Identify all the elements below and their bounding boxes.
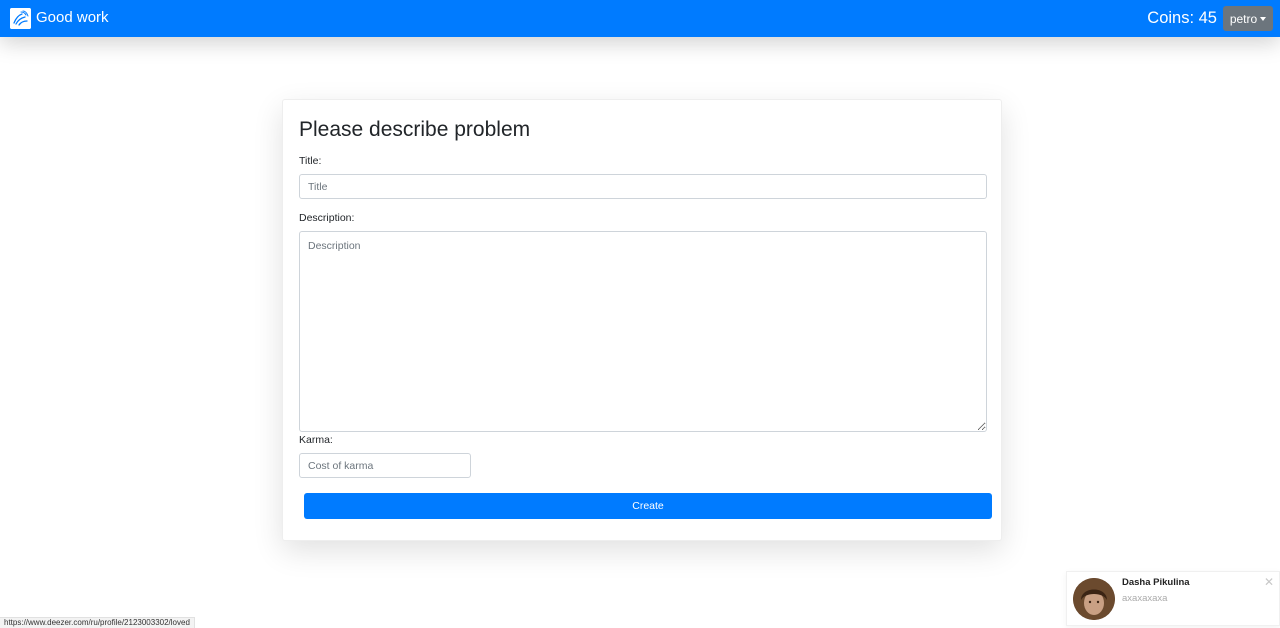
toast-sender-name: Dasha Pikulina — [1122, 577, 1190, 588]
notification-toast[interactable]: Dasha Pikulina axaxaxaxa ✕ — [1066, 571, 1280, 626]
coins-counter: Coins: 45 — [1147, 9, 1217, 27]
avatar — [1073, 578, 1115, 620]
user-menu-button[interactable]: petro — [1223, 6, 1273, 31]
top-navbar: Good work Coins: 45 petro — [0, 0, 1280, 37]
title-input[interactable] — [299, 174, 987, 199]
title-label: Title: — [299, 155, 322, 167]
page-title: Please describe problem — [299, 118, 531, 141]
status-bar-url: https://www.deezer.com/ru/profile/212300… — [0, 617, 195, 628]
logo-icon — [10, 7, 31, 29]
toast-message: axaxaxaxa — [1122, 593, 1168, 604]
brand-name: Good work — [36, 9, 109, 26]
karma-label: Karma: — [299, 434, 333, 446]
karma-input[interactable] — [299, 453, 471, 478]
caret-down-icon — [1260, 16, 1267, 21]
close-icon[interactable]: ✕ — [1263, 576, 1275, 588]
create-button[interactable]: Create — [304, 493, 992, 519]
brand-link[interactable]: Good work — [10, 7, 109, 29]
description-label: Description: — [299, 212, 355, 224]
create-problem-card: Please describe problem Title: Descripti… — [282, 99, 1002, 541]
description-textarea[interactable] — [299, 231, 987, 432]
user-name-label: petro — [1229, 11, 1258, 26]
